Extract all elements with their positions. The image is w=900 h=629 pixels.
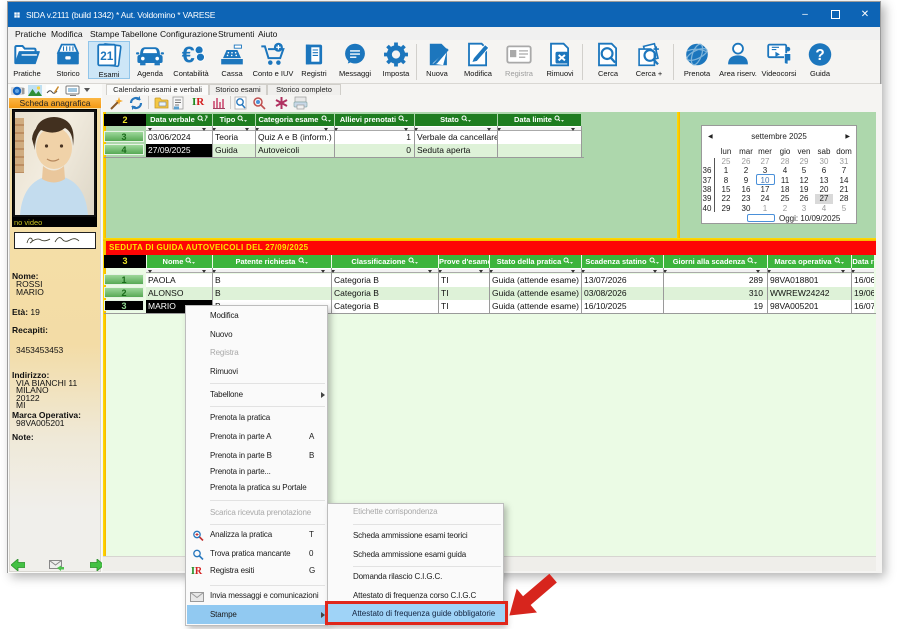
svg-text:?: ?	[815, 47, 824, 64]
svg-text:€: €	[182, 42, 195, 68]
svg-text:21: 21	[100, 50, 114, 63]
